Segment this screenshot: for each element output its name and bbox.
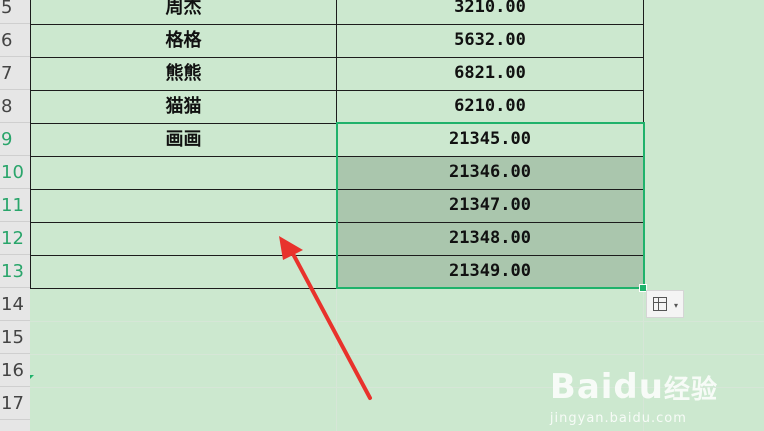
watermark-brand-cn: 经验	[663, 375, 718, 405]
watermark-url: jingyan.baidu.com	[549, 411, 687, 426]
watermark-brand: Baidu	[549, 367, 664, 407]
annotation-arrow	[279, 236, 372, 400]
baidu-watermark: Baidu经验 jingyan.baidu.com	[549, 367, 718, 426]
